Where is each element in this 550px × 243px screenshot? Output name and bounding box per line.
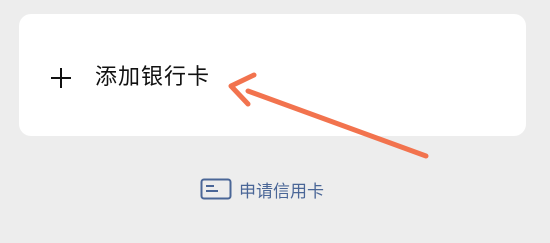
add-bank-card-label: 添加银行卡 [95, 65, 211, 90]
credit-card-icon [200, 178, 232, 200]
apply-credit-card-label: 申请信用卡 [239, 181, 324, 202]
add-bank-card-button[interactable]: 添加银行卡 [19, 14, 526, 136]
plus-icon [51, 68, 71, 88]
apply-credit-card-link[interactable]: 申请信用卡 [200, 175, 324, 203]
